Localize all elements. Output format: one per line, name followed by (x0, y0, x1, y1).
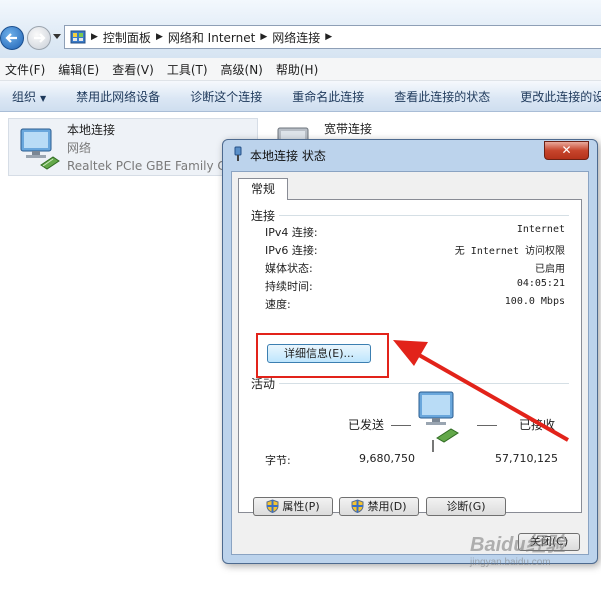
breadcrumb-network-connections[interactable]: 网络连接 (272, 29, 320, 46)
menu-bar: 文件(F) 编辑(E) 查看(V) 工具(T) 高级(N) 帮助(H) (0, 58, 601, 81)
chevron-down-icon: ▼ (40, 93, 47, 103)
menu-view[interactable]: 查看(V) (107, 61, 162, 78)
breadcrumb-separator: ▶ (325, 32, 333, 42)
breadcrumb-separator: ▶ (91, 32, 98, 42)
ipv4-value: Internet (516, 224, 565, 235)
disable-label: 禁用(D) (367, 500, 407, 513)
rename-connection-button[interactable]: 重命名此连接 (277, 88, 379, 105)
connection-group-title: 连接 (251, 209, 276, 223)
media-state-row: 媒体状态: 已启用 (265, 260, 565, 278)
dialog-body: 常规 连接 IPv4 连接: Internet IPv6 连接: 无 Inter… (231, 171, 589, 555)
arrow-left-icon (5, 33, 17, 43)
bytes-received-value: 57,710,125 (495, 452, 558, 465)
breadcrumb-separator: ▶ (155, 32, 163, 42)
dialog-titlebar[interactable]: 本地连接 状态 ✕ (223, 140, 597, 168)
menu-advanced[interactable]: 高级(N) (216, 61, 271, 78)
ipv4-row: IPv4 连接: Internet (265, 224, 565, 242)
tab-general[interactable]: 常规 (238, 178, 288, 200)
ipv4-label: IPv4 连接: (265, 226, 318, 239)
duration-value: 04:05:21 (516, 278, 565, 289)
breadcrumb-separator: ▶ (260, 32, 268, 42)
ipv6-value: 无 Internet 访问权限 (454, 246, 565, 257)
arrow-right-icon (34, 33, 46, 43)
local-connection-text: 本地连接 网络 Realtek PCIe GBE Family Co (67, 121, 233, 175)
details-button[interactable]: 详细信息(E)... (267, 344, 371, 363)
menu-edit[interactable]: 编辑(E) (53, 61, 107, 78)
connection-adapter: Realtek PCIe GBE Family Co (67, 159, 234, 173)
bytes-label: 字节: (265, 454, 291, 467)
speed-value: 100.0 Mbps (504, 296, 565, 307)
speed-label: 速度: (265, 298, 291, 311)
dialog-close-button[interactable]: ✕ (544, 141, 589, 160)
connection-network: 网络 (67, 141, 92, 155)
activity-group-title: 活动 (251, 377, 276, 391)
dialog-title: 本地连接 状态 (250, 149, 326, 163)
disable-button[interactable]: 禁用(D) (339, 497, 419, 516)
network-adapter-icon (20, 128, 60, 170)
properties-label: 属性(P) (282, 500, 320, 513)
menu-help[interactable]: 帮助(H) (271, 61, 326, 78)
network-plug-icon (234, 146, 242, 161)
back-button[interactable] (0, 26, 24, 50)
speed-row: 速度: 100.0 Mbps (265, 296, 565, 314)
uac-shield-icon (351, 499, 364, 513)
media-state-label: 媒体状态: (265, 262, 313, 275)
ipv6-row: IPv6 连接: 无 Internet 访问权限 (265, 242, 565, 260)
change-settings-button[interactable]: 更改此连接的设 (505, 88, 601, 105)
sent-label: 已发送 (348, 418, 385, 432)
received-label: 已接收 (519, 418, 556, 432)
address-bar[interactable]: ▶ 控制面板 ▶ 网络和 Internet ▶ 网络连接 ▶ (64, 25, 601, 49)
forward-button[interactable] (27, 26, 51, 50)
diagnose-connection-button[interactable]: 诊断这个连接 (175, 88, 277, 105)
connection-name: 宽带连接 (324, 122, 373, 136)
ipv6-label: IPv6 连接: (265, 244, 318, 257)
close-button[interactable]: 关闭(C) (518, 533, 580, 551)
received-dash (477, 425, 497, 426)
menu-tools[interactable]: 工具(T) (162, 61, 216, 78)
tab-panel-general: 连接 IPv4 连接: Internet IPv6 连接: 无 Internet… (238, 199, 582, 516)
diagnose-button[interactable]: 诊断(G) (426, 497, 506, 516)
connection-status-dialog: 本地连接 状态 ✕ 常规 连接 IPv4 连接: Internet IPv6 连… (222, 139, 598, 564)
bytes-sent-value: 9,680,750 (359, 452, 415, 465)
properties-button[interactable]: 属性(P) (253, 497, 333, 516)
breadcrumb-network-internet[interactable]: 网络和 Internet (168, 29, 255, 46)
sent-dash (391, 425, 411, 426)
duration-label: 持续时间: (265, 280, 313, 293)
disable-device-button[interactable]: 禁用此网络设备 (61, 88, 175, 105)
breadcrumb-control-panel[interactable]: 控制面板 (103, 29, 151, 46)
duration-row: 持续时间: 04:05:21 (265, 278, 565, 296)
address-row: ▶ 控制面板 ▶ 网络和 Internet ▶ 网络连接 ▶ (0, 0, 601, 58)
organize-label: 组织 (12, 89, 37, 104)
command-bar: 组织 ▼ 禁用此网络设备 诊断这个连接 重命名此连接 查看此连接的状态 更改此连接… (0, 81, 601, 112)
uac-shield-icon (266, 499, 279, 513)
local-connection-item[interactable]: 本地连接 网络 Realtek PCIe GBE Family Co (8, 118, 258, 176)
view-status-button[interactable]: 查看此连接的状态 (379, 88, 505, 105)
control-panel-icon (70, 30, 86, 44)
media-state-value: 已启用 (535, 264, 565, 275)
broadband-connection-text: 宽带连接 (324, 120, 372, 138)
organize-button[interactable]: 组织 ▼ (0, 88, 61, 105)
network-activity-icon (418, 391, 459, 452)
group-divider (279, 215, 569, 216)
menu-file[interactable]: 文件(F) (0, 61, 53, 78)
connection-name: 本地连接 (67, 123, 116, 137)
group-divider (279, 383, 569, 384)
recent-pages-dropdown[interactable] (53, 34, 61, 39)
